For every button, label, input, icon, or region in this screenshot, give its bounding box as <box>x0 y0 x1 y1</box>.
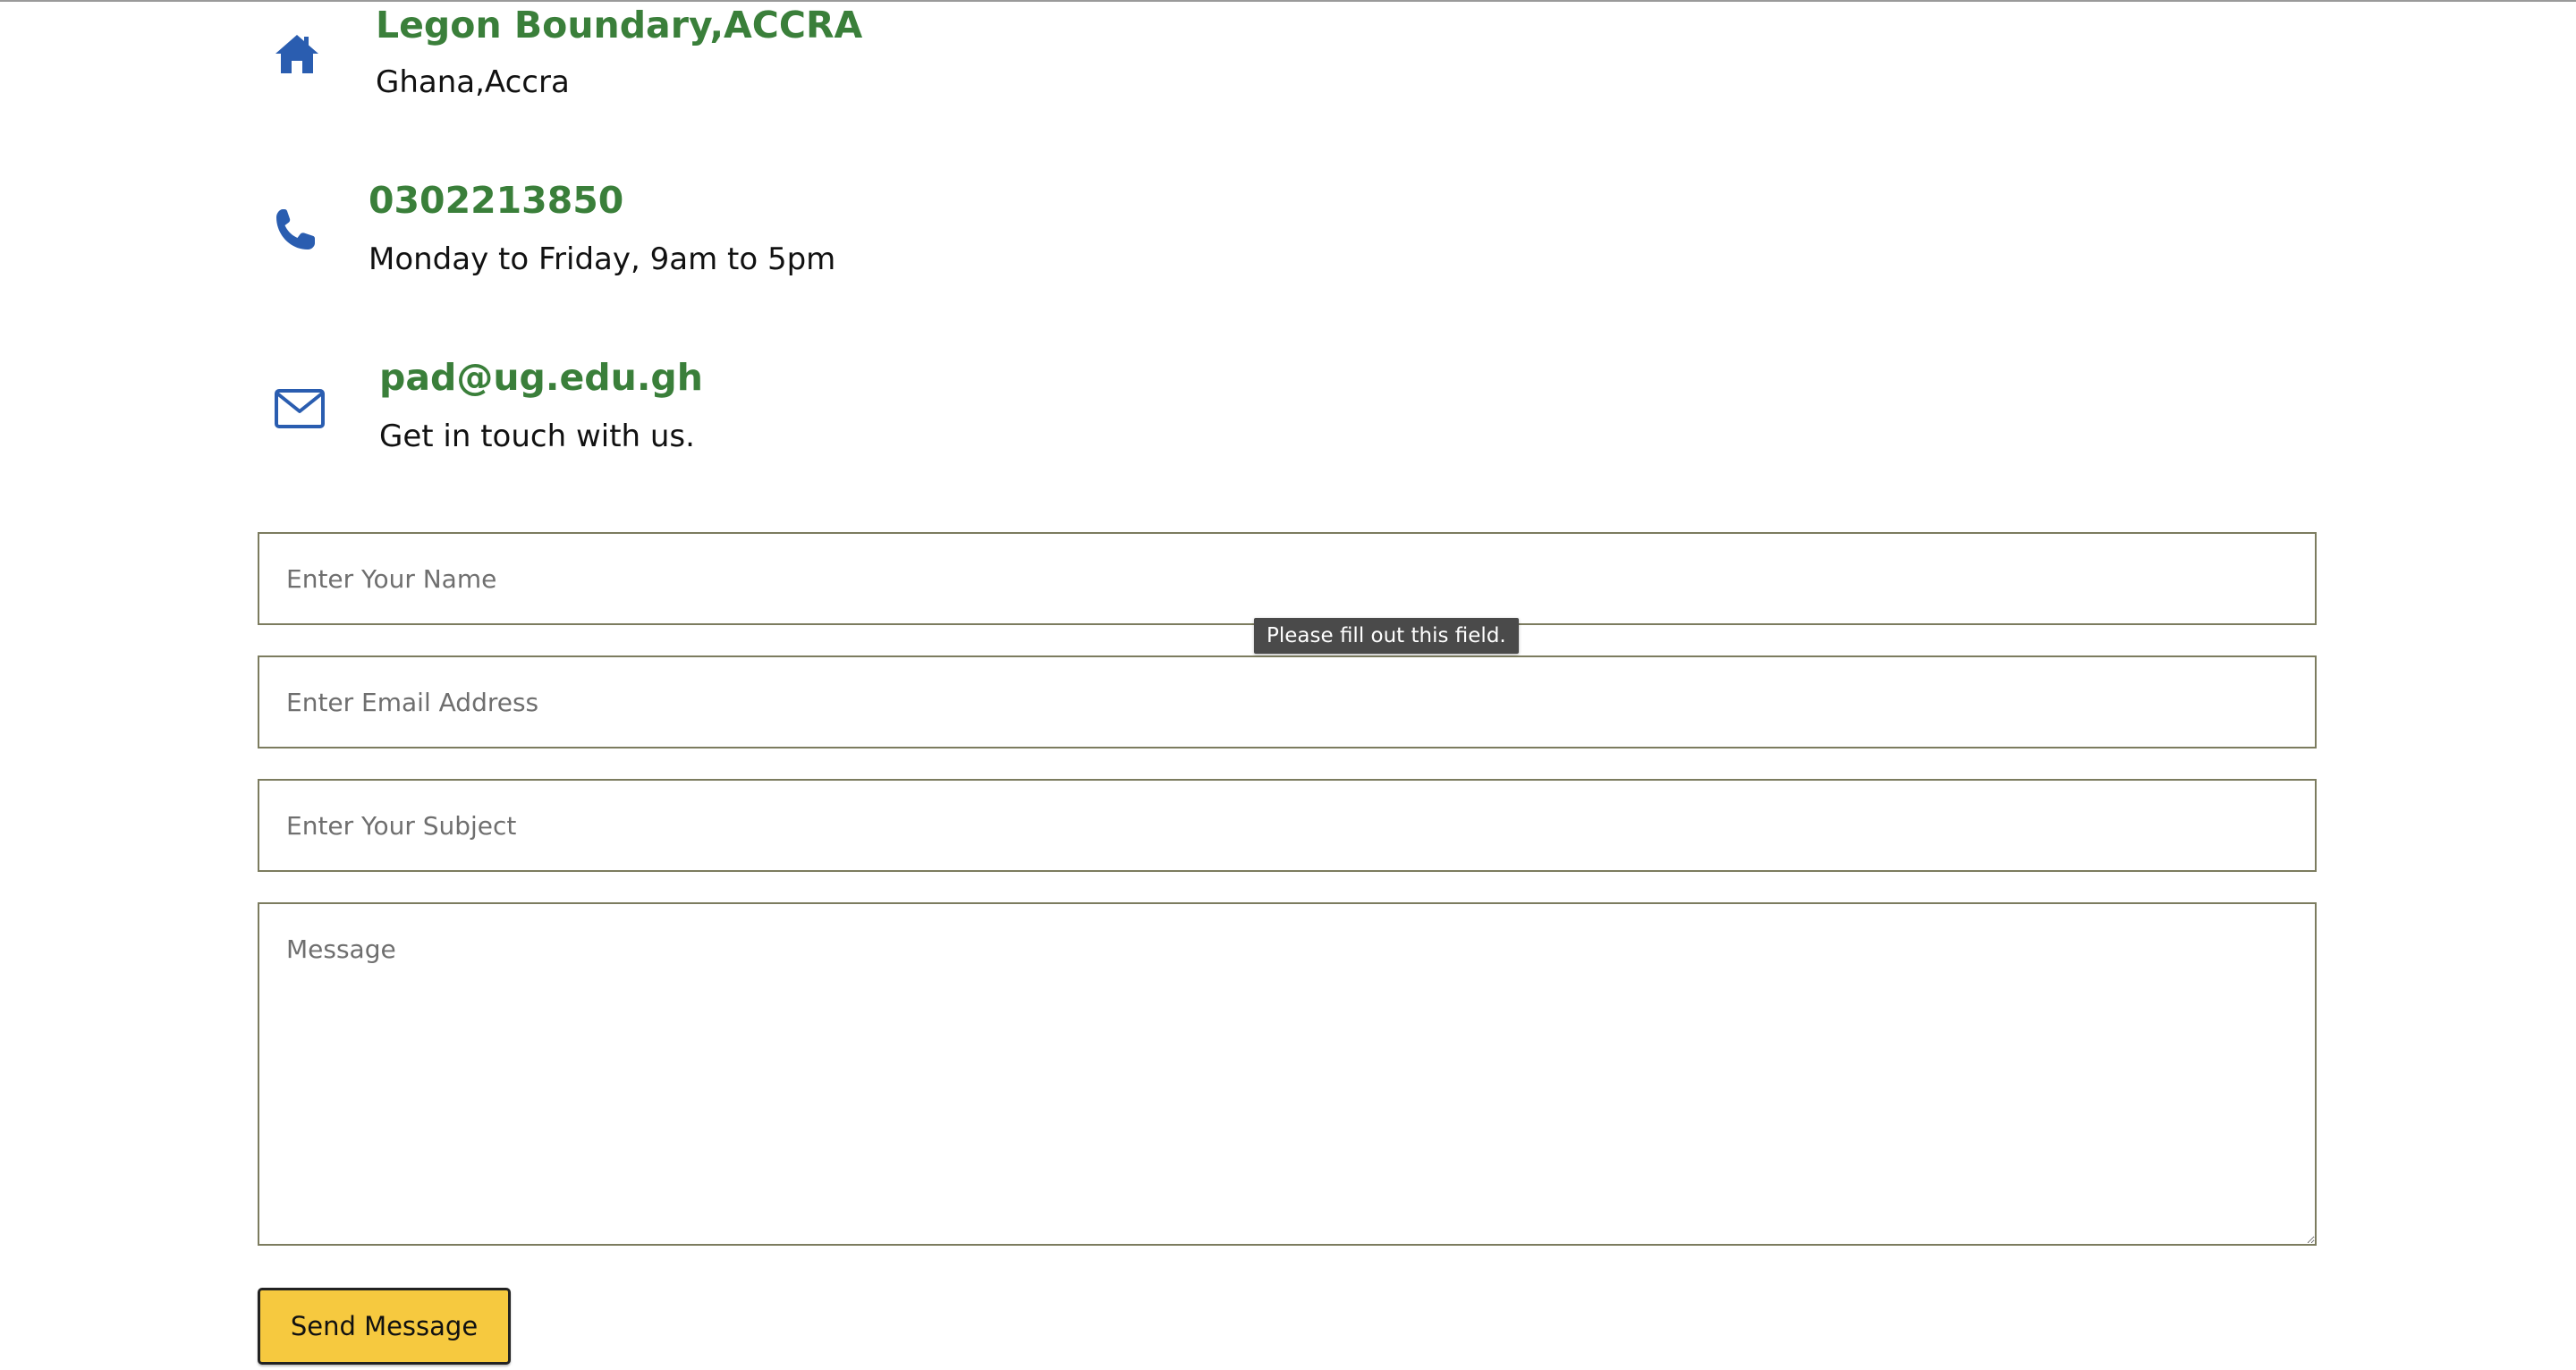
validation-tooltip: Please fill out this field. <box>1254 618 1519 654</box>
send-message-button[interactable]: Send Message <box>258 1288 511 1365</box>
subject-input[interactable] <box>258 779 2317 872</box>
email-note: Get in touch with us. <box>379 419 695 454</box>
message-textarea[interactable] <box>258 902 2317 1246</box>
email-input[interactable] <box>258 655 2317 748</box>
top-divider <box>0 0 2576 2</box>
envelope-icon <box>274 388 326 429</box>
phone-hours: Monday to Friday, 9am to 5pm <box>369 241 836 277</box>
name-input[interactable] <box>258 532 2317 625</box>
phone-number: 0302213850 <box>369 179 624 222</box>
phone-icon <box>274 207 317 252</box>
home-icon <box>274 32 320 75</box>
address-title: Legon Boundary,ACCRA <box>376 4 863 47</box>
address-subtitle: Ghana,Accra <box>376 64 570 100</box>
email-address: pad@ug.edu.gh <box>379 356 703 399</box>
